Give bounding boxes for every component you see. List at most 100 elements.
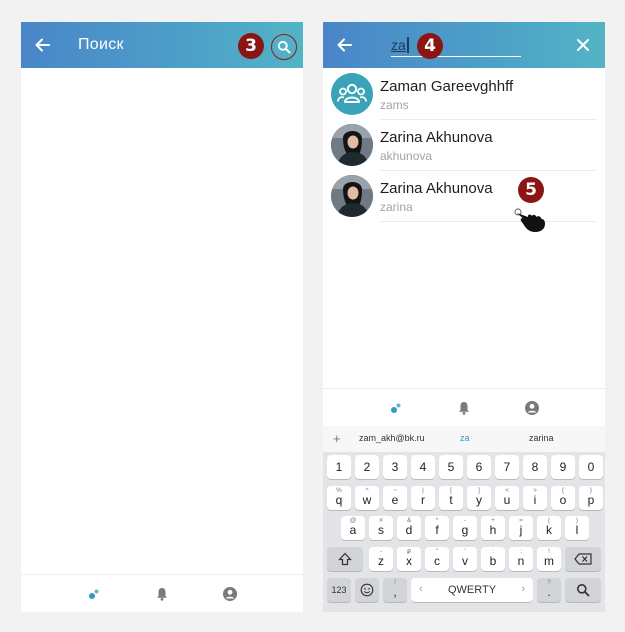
contact-name: Zaman Gareevghhff bbox=[380, 78, 514, 95]
chats-icon[interactable] bbox=[86, 586, 102, 602]
key[interactable]: (k bbox=[537, 516, 561, 540]
key-label: v bbox=[462, 554, 468, 568]
key[interactable]: :b bbox=[481, 547, 505, 571]
symbols-key[interactable]: 123 bbox=[327, 578, 351, 602]
key-label: p bbox=[587, 493, 595, 507]
key-label: d bbox=[405, 523, 413, 537]
step-badge: 3 bbox=[238, 33, 264, 59]
key[interactable]: 3 bbox=[383, 455, 407, 479]
key[interactable]: ₽ x bbox=[397, 547, 421, 571]
bell-icon[interactable] bbox=[154, 586, 170, 602]
key[interactable]: 7 bbox=[495, 455, 519, 479]
key[interactable]: 8 bbox=[523, 455, 547, 479]
key-label: 7 bbox=[503, 460, 511, 474]
key-label: g bbox=[461, 523, 469, 537]
app-bar: za 4 bbox=[323, 22, 605, 68]
suggestion-item[interactable]: za bbox=[460, 433, 470, 443]
key-label: j bbox=[519, 523, 523, 537]
step-badge: 5 bbox=[518, 177, 544, 203]
key-label: h bbox=[489, 523, 497, 537]
search-input[interactable]: za bbox=[391, 35, 521, 57]
key-label: 1 bbox=[335, 460, 343, 474]
key[interactable]: [t bbox=[439, 486, 463, 510]
key-label: z bbox=[378, 554, 384, 568]
search-result-item[interactable]: Zarina Akhunova akhunova bbox=[323, 120, 605, 171]
key[interactable]: " c bbox=[425, 547, 449, 571]
search-key[interactable] bbox=[565, 578, 601, 602]
key[interactable]: 9 bbox=[551, 455, 575, 479]
profile-icon[interactable] bbox=[524, 400, 540, 416]
key[interactable]: % q bbox=[327, 486, 351, 510]
group-icon bbox=[337, 83, 367, 103]
key[interactable]: ] y bbox=[467, 486, 491, 510]
key[interactable]: ) l bbox=[565, 516, 589, 540]
key[interactable]: 5 bbox=[439, 455, 463, 479]
key[interactable]: + h bbox=[481, 516, 505, 540]
shift-icon bbox=[338, 552, 352, 566]
close-icon[interactable] bbox=[576, 38, 590, 52]
search-icon[interactable] bbox=[271, 34, 297, 60]
period-key[interactable]: ? . bbox=[537, 578, 561, 602]
key-label: l bbox=[575, 523, 579, 537]
shift-key[interactable] bbox=[327, 547, 363, 571]
key[interactable]: 0 bbox=[579, 455, 603, 479]
key-label: 2 bbox=[363, 460, 371, 474]
key-label: y bbox=[476, 493, 482, 507]
key[interactable]: ; n bbox=[509, 547, 533, 571]
key[interactable]: & d bbox=[397, 516, 421, 540]
key[interactable]: # s bbox=[369, 516, 393, 540]
suggestion-item[interactable]: zam_akh@bk.ru bbox=[359, 433, 425, 443]
key[interactable]: 4 bbox=[411, 455, 435, 479]
contact-username: akhunova bbox=[380, 149, 433, 163]
search-icon bbox=[577, 584, 590, 597]
key[interactable]: 1 bbox=[327, 455, 351, 479]
suggestion-item[interactable]: zarina bbox=[529, 433, 554, 443]
key[interactable]: * f bbox=[425, 516, 449, 540]
back-arrow-icon[interactable] bbox=[33, 35, 53, 55]
emoji-key[interactable] bbox=[355, 578, 379, 602]
key[interactable]: ^ w bbox=[355, 486, 379, 510]
bell-icon[interactable] bbox=[456, 400, 472, 416]
key-label: x bbox=[406, 554, 412, 568]
key[interactable]: ' v bbox=[453, 547, 477, 571]
key[interactable]: @ a bbox=[341, 516, 365, 540]
chats-icon[interactable] bbox=[388, 400, 404, 416]
key-label: 9 bbox=[559, 460, 567, 474]
search-query-text: za bbox=[391, 37, 406, 53]
key-label: s bbox=[378, 523, 384, 537]
add-icon[interactable]: + bbox=[333, 431, 341, 446]
key[interactable]: } p bbox=[579, 486, 603, 510]
search-result-item[interactable]: Zaman Gareevghhff zams bbox=[323, 69, 605, 120]
space-key[interactable]: ‹ QWERTY › bbox=[411, 578, 533, 602]
key-label: m bbox=[544, 554, 554, 568]
key-label: w bbox=[362, 493, 372, 507]
step-badge: 4 bbox=[417, 33, 443, 59]
key[interactable]: 6 bbox=[467, 455, 491, 479]
key[interactable]: ~ e bbox=[383, 486, 407, 510]
page-title: Поиск bbox=[78, 36, 124, 53]
back-arrow-icon[interactable] bbox=[335, 35, 355, 55]
key[interactable]: -g bbox=[453, 516, 477, 540]
key[interactable]: < u bbox=[495, 486, 519, 510]
backspace-key[interactable] bbox=[565, 547, 601, 571]
search-screen-initial: Поиск 3 bbox=[21, 22, 303, 612]
comma-key[interactable]: ! , bbox=[383, 578, 407, 602]
key-label: r bbox=[421, 493, 425, 507]
contact-username: zams bbox=[380, 98, 409, 112]
key[interactable]: -z bbox=[369, 547, 393, 571]
contact-name: Zarina Akhunova bbox=[380, 129, 493, 146]
key-label: u bbox=[503, 493, 511, 507]
key[interactable]: 2 bbox=[355, 455, 379, 479]
key[interactable]: {o bbox=[551, 486, 575, 510]
profile-icon[interactable] bbox=[222, 586, 238, 602]
key[interactable]: | r bbox=[411, 486, 435, 510]
key[interactable]: = j bbox=[509, 516, 533, 540]
key-label: f bbox=[435, 523, 439, 537]
key-label: k bbox=[546, 523, 552, 537]
search-result-item[interactable]: Zarina Akhunova zarina bbox=[323, 171, 605, 222]
backspace-icon bbox=[574, 553, 592, 565]
key[interactable]: ! m bbox=[537, 547, 561, 571]
emoji-icon bbox=[360, 583, 374, 597]
key[interactable]: > i bbox=[523, 486, 547, 510]
on-screen-keyboard: 123 ! , ‹ QWERTY › ? . 12345 6 7 8 9 0 %… bbox=[323, 452, 605, 612]
